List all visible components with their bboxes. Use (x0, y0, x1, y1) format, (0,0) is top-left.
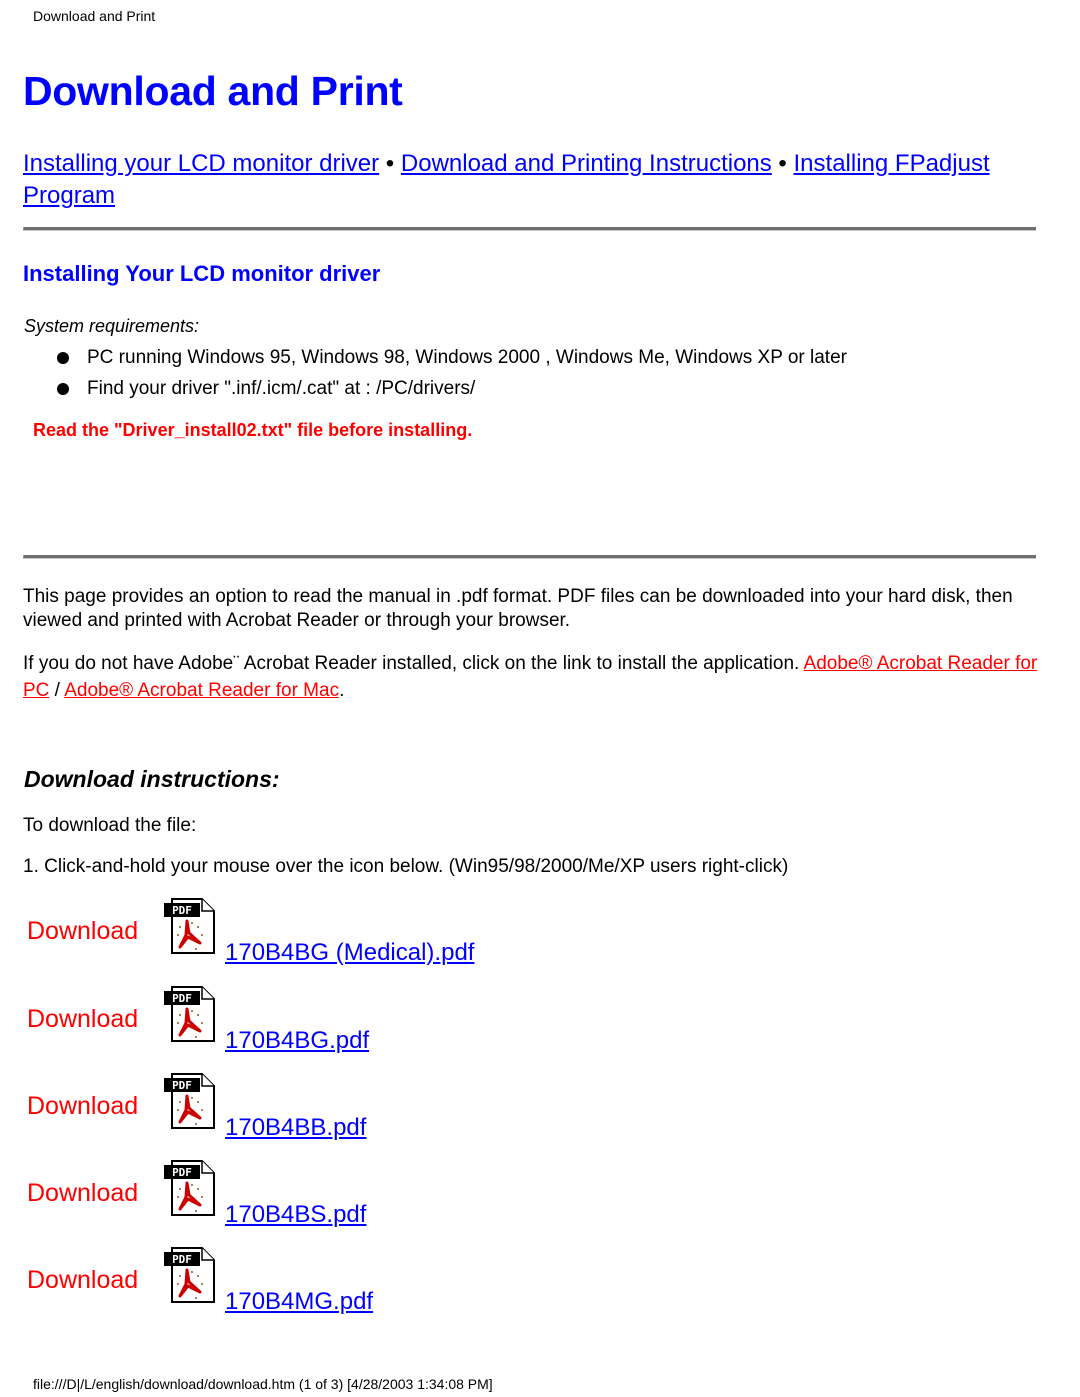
system-requirements-label: System requirements: (24, 316, 200, 336)
adobe-paragraph: If you do not have Adobe¨ Acrobat Reader… (23, 650, 1053, 704)
driver-section-heading: Installing Your LCD monitor driver (23, 261, 381, 286)
download-label[interactable]: Download (27, 1179, 138, 1208)
pdf-file-icon[interactable]: PDF (162, 985, 216, 1043)
download-row: Download PDF 170B4BG.pdf (0, 985, 600, 1065)
adobe-end: . (339, 680, 345, 701)
svg-text:PDF: PDF (172, 1079, 192, 1092)
download-row: Download PDF 170B4MG.pdf (0, 1246, 600, 1326)
list-item: Find your driver ".inf/.icm/.cat" at : /… (57, 377, 847, 408)
svg-text:PDF: PDF (172, 1253, 192, 1266)
section-nav: Installing your LCD monitor driver • Dow… (23, 148, 1033, 212)
requirement-text: PC running Windows 95, Windows 98, Windo… (87, 347, 847, 368)
download-instructions-heading: Download instructions: (24, 766, 280, 792)
nav-link-download-print[interactable]: Download and Printing Instructions (401, 150, 772, 177)
pdf-file-link[interactable]: 170B4MG.pdf (225, 1288, 373, 1316)
svg-text:PDF: PDF (172, 992, 192, 1005)
requirement-text: Find your driver ".inf/.icm/.cat" at : /… (87, 378, 476, 399)
pdf-file-icon[interactable]: PDF (162, 897, 216, 955)
adobe-reader-mac-link[interactable]: Adobe® Acrobat Reader for Mac (64, 680, 339, 701)
bullet-icon (57, 383, 69, 395)
driver-warning: Read the "Driver_install02.txt" file bef… (33, 420, 473, 440)
requirements-list: PC running Windows 95, Windows 98, Windo… (57, 346, 847, 408)
adobe-text: If you do not have Adobe¨ Acrobat Reader… (23, 653, 804, 674)
pdf-file-link[interactable]: 170B4BG (Medical).pdf (225, 939, 474, 967)
svg-text:PDF: PDF (172, 1166, 192, 1179)
divider (23, 555, 1036, 559)
nav-separator: • (379, 150, 401, 177)
download-row: Download PDF 170B4BS.pdf (0, 1159, 600, 1239)
pdf-file-link[interactable]: 170B4BG.pdf (225, 1027, 369, 1055)
download-label[interactable]: Download (27, 917, 138, 946)
download-label[interactable]: Download (27, 1266, 138, 1295)
adobe-separator: / (49, 680, 65, 701)
pdf-intro-text: This page provides an option to read the… (23, 586, 1013, 631)
pdf-file-link[interactable]: 170B4BB.pdf (225, 1114, 366, 1142)
pdf-file-link[interactable]: 170B4BS.pdf (225, 1201, 366, 1229)
page-title: Download and Print (23, 68, 403, 114)
download-step-1: 1. Click-and-hold your mouse over the ic… (23, 856, 789, 877)
print-header-title: Download and Print (33, 8, 156, 24)
pdf-file-icon[interactable]: PDF (162, 1159, 216, 1217)
svg-text:PDF: PDF (172, 904, 192, 917)
download-label[interactable]: Download (27, 1092, 138, 1121)
nav-link-install-driver[interactable]: Installing your LCD monitor driver (23, 150, 379, 177)
nav-separator: • (771, 150, 794, 177)
download-intro: To download the file: (23, 815, 197, 836)
download-row: Download PDF 170B4BB.pdf (0, 1072, 600, 1152)
bullet-icon (57, 352, 69, 364)
list-item: PC running Windows 95, Windows 98, Windo… (57, 346, 847, 377)
print-footer: file:///D|/L/english/download/download.h… (33, 1376, 493, 1392)
pdf-file-icon[interactable]: PDF (162, 1072, 216, 1130)
download-label[interactable]: Download (27, 1005, 138, 1034)
download-row: Download PDF 170B4BG (Medical).pdf (0, 897, 600, 977)
pdf-file-icon[interactable]: PDF (162, 1246, 216, 1304)
divider (23, 227, 1036, 231)
